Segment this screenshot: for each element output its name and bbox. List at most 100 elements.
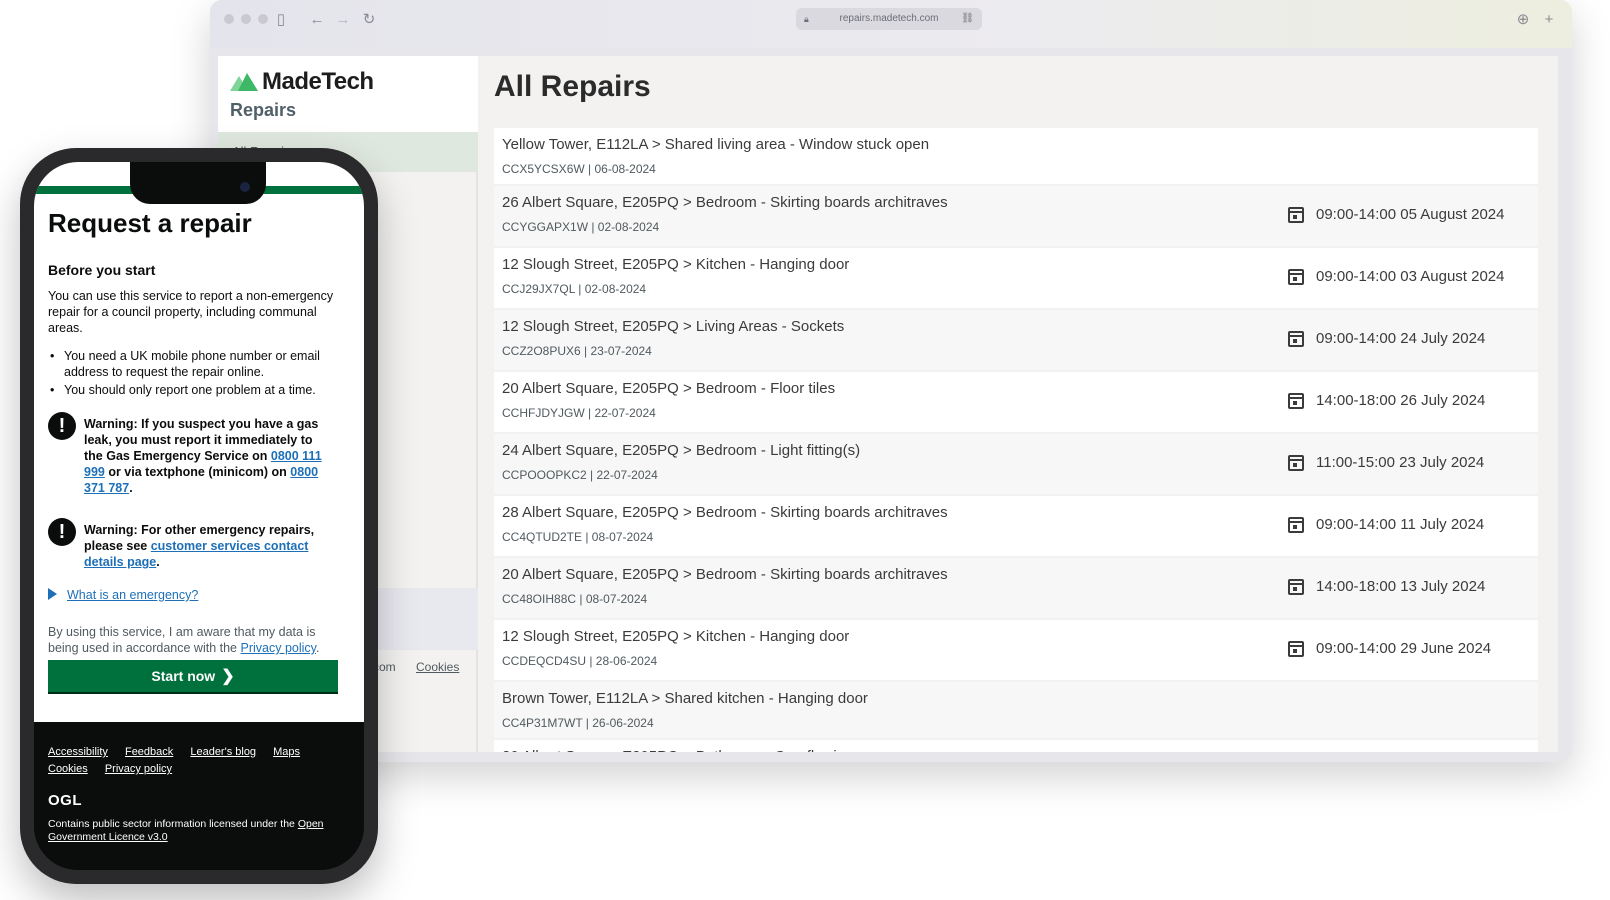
repair-reference: CCYGGAPX1W | 02-08-2024 [502, 220, 660, 234]
repairs-list: Yellow Tower, E112LA > Shared living are… [494, 128, 1538, 752]
page-title: All Repairs [494, 70, 651, 103]
calendar-icon [1288, 640, 1304, 657]
repair-title: Brown Tower, E112LA > Shared kitchen - H… [502, 690, 868, 707]
section-title: Repairs [230, 100, 297, 120]
camera-icon [240, 182, 250, 192]
footer-links: Accessibility Feedback Leader's blog Map… [48, 744, 348, 778]
chevron-right-icon: ❯ [221, 668, 235, 685]
calendar-icon [1288, 268, 1304, 285]
browser-titlebar: ▯ ← → ↻ 🔒︎ repairs.madetech.com ⛓ ⊕ + [210, 0, 1572, 48]
footer-link-accessibility[interactable]: Accessibility [48, 744, 108, 761]
phone-page: Request a repair Before you start You ca… [34, 162, 364, 722]
repair-title: 26 Albert Square, E205PQ > Bedroom - Ski… [502, 194, 948, 211]
appointment: 14:00-18:00 13 July 2024 [1288, 578, 1485, 595]
intro-text: You can use this service to report a non… [48, 289, 334, 335]
brand-name: MadeTech [262, 68, 374, 95]
footer-link-blog[interactable]: Leader's blog [190, 744, 256, 761]
repair-title: 12 Slough Street, E205PQ > Kitchen - Han… [502, 256, 850, 273]
bullet-item: You need a UK mobile phone number or ema… [48, 348, 348, 380]
link-icon: ⛓ [961, 13, 974, 24]
appointment: 14:00-18:00 26 July 2024 [1288, 392, 1485, 409]
appointment-time: 09:00-14:00 05 August 2024 [1316, 206, 1505, 223]
reload-icon[interactable]: ↻ [358, 9, 380, 31]
calendar-icon [1288, 516, 1304, 533]
repair-reference: CCPOOOPKC2 | 22-07-2024 [502, 468, 658, 482]
repair-title: 12 Slough Street, E205PQ > Living Areas … [502, 318, 845, 335]
download-icon[interactable]: ⊕ [1512, 9, 1534, 31]
phone-footer: Accessibility Feedback Leader's blog Map… [34, 722, 364, 870]
details-label: What is an emergency? [67, 588, 199, 602]
maximize-window-button[interactable] [258, 14, 268, 24]
privacy-notice: By using this service, I am aware that m… [48, 624, 344, 656]
lock-icon: 🔒︎ [804, 14, 809, 24]
brand-logo[interactable]: MadeTech [230, 68, 374, 96]
address-url: repairs.madetech.com [839, 13, 939, 24]
phone-notch [130, 162, 266, 204]
appointment-time: 14:00-18:00 13 July 2024 [1316, 578, 1486, 595]
phone-screen: Request a repair Before you start You ca… [34, 162, 364, 870]
repair-title: 20 Albert Square, E205PQ > Bedroom - Flo… [502, 380, 836, 397]
footer-link-privacy[interactable]: Privacy policy [105, 761, 172, 778]
footer-link-cookies[interactable]: Cookies [48, 761, 88, 778]
repair-row[interactable]: 20 Albert Square, E205PQ > Bedroom - Flo… [494, 372, 1538, 434]
repair-row[interactable]: 20 Albert Square, E205PQ > Bathroom - Ov… [494, 740, 1538, 752]
appointment: 09:00-14:00 03 August 2024 [1288, 268, 1505, 285]
privacy-policy-link[interactable]: Privacy policy [241, 641, 316, 655]
main-content: All Repairs Yellow Tower, E112LA > Share… [486, 56, 1552, 752]
appointment-time: 14:00-18:00 26 July 2024 [1316, 392, 1486, 409]
repair-title: 24 Albert Square, E205PQ > Bedroom - Lig… [502, 442, 861, 459]
repair-row[interactable]: 12 Slough Street, E205PQ > Kitchen - Han… [494, 248, 1538, 310]
appointment-time: 09:00-14:00 03 August 2024 [1316, 268, 1505, 285]
repair-reference: CC48OIH88C | 08-07-2024 [502, 592, 648, 606]
appointment-time: 09:00-14:00 29 June 2024 [1316, 640, 1492, 657]
ogl-logo: OGL [48, 792, 82, 809]
calendar-icon [1288, 454, 1304, 471]
appointment-time: 09:00-14:00 11 July 2024 [1316, 516, 1485, 533]
repair-reference: CCZ2O8PUX6 | 23-07-2024 [502, 344, 652, 358]
browser-window: ▯ ← → ↻ 🔒︎ repairs.madetech.com ⛓ ⊕ + Ma… [210, 0, 1572, 762]
appointment: 09:00-14:00 29 June 2024 [1288, 640, 1491, 657]
appointment-time: 11:00-15:00 23 July 2024 [1316, 454, 1485, 471]
privacy-text-end: . [315, 641, 320, 655]
start-now-button[interactable]: Start now ❯ [48, 660, 338, 692]
sidebar-toggle-icon[interactable]: ▯ [270, 9, 292, 31]
calendar-icon [1288, 206, 1304, 223]
app-header: MadeTech Repairs [218, 56, 478, 132]
forward-icon[interactable]: → [332, 9, 354, 31]
footer-link-maps[interactable]: Maps [273, 744, 300, 761]
new-tab-icon[interactable]: + [1538, 9, 1560, 31]
footer-cookies-link[interactable]: Cookies [416, 660, 459, 674]
repair-row[interactable]: 20 Albert Square, E205PQ > Bedroom - Ski… [494, 558, 1538, 620]
repair-row[interactable]: 12 Slough Street, E205PQ > Living Areas … [494, 310, 1538, 372]
repair-row[interactable]: 28 Albert Square, E205PQ > Bedroom - Ski… [494, 496, 1538, 558]
calendar-icon [1288, 330, 1304, 347]
stage: ▯ ← → ↻ 🔒︎ repairs.madetech.com ⛓ ⊕ + Ma… [0, 0, 1610, 900]
emergency-warning-text: Warning: For other emergency repairs, pl… [84, 522, 332, 570]
minimize-window-button[interactable] [241, 14, 251, 24]
footer-link-feedback[interactable]: Feedback [125, 744, 173, 761]
repair-title: 12 Slough Street, E205PQ > Kitchen - Han… [502, 628, 850, 645]
repair-row[interactable]: Brown Tower, E112LA > Shared kitchen - H… [494, 682, 1538, 740]
licence-notice: Contains public sector information licen… [48, 818, 348, 844]
page-viewport: MadeTech Repairs All Repairs help improv… [218, 56, 1558, 752]
warning-text-part: . [129, 481, 133, 495]
repair-reference: CCX5YCSX6W | 06-08-2024 [502, 162, 656, 176]
address-bar[interactable]: 🔒︎ repairs.madetech.com ⛓ [796, 8, 982, 30]
appointment: 09:00-14:00 11 July 2024 [1288, 516, 1484, 533]
warning-text-part: . [156, 555, 160, 569]
repair-reference: CCJ29JX7QL | 02-08-2024 [502, 282, 647, 296]
repair-row[interactable]: Yellow Tower, E112LA > Shared living are… [494, 128, 1538, 186]
appointment: 09:00-14:00 05 August 2024 [1288, 206, 1505, 223]
repair-row[interactable]: 12 Slough Street, E205PQ > Kitchen - Han… [494, 620, 1538, 682]
emergency-details-toggle[interactable]: What is an emergency? [48, 588, 198, 602]
repair-row[interactable]: 26 Albert Square, E205PQ > Bedroom - Ski… [494, 186, 1538, 248]
repair-row[interactable]: 24 Albert Square, E205PQ > Bedroom - Lig… [494, 434, 1538, 496]
request-title: Request a repair [48, 208, 252, 238]
close-window-button[interactable] [224, 14, 234, 24]
back-icon[interactable]: ← [306, 9, 328, 31]
repair-reference: CCHFJDYJGW | 22-07-2024 [502, 406, 656, 420]
window-controls [224, 14, 268, 24]
bullet-item: You should only report one problem at a … [48, 382, 348, 398]
phone-device: Request a repair Before you start You ca… [20, 148, 378, 884]
repair-reference: CCDEQCD4SU | 28-06-2024 [502, 654, 658, 668]
